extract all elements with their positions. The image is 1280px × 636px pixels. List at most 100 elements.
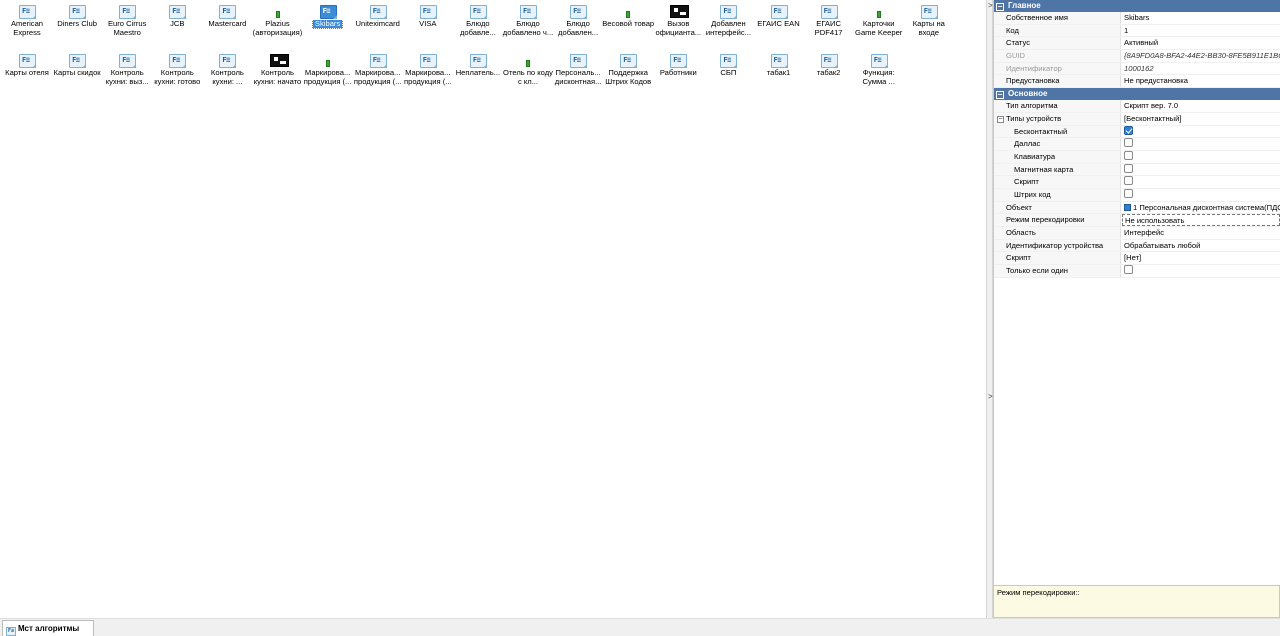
property-value[interactable]: {8A9FD0A8-BFA2-44E2-BB30-8FE5B911E1BC} [1122,50,1280,62]
property-value[interactable]: Скрипт вер. 7.0 [1122,100,1280,112]
property-category[interactable]: − Главное [994,0,1280,12]
algorithm-item[interactable]: F≡ Mastercard [202,0,252,46]
algorithm-item[interactable]: F≡ Блюдо добавле... [453,0,503,46]
algorithm-item[interactable]: F≡ Блюдо добавлено ч... [503,0,553,46]
algorithm-item[interactable]: F≡ Карты на входе [904,0,954,46]
property-row[interactable]: Объект 1 Персональная дисконтная система(… [994,201,1280,215]
collapse-icon[interactable]: − [996,3,1004,11]
property-value[interactable]: Не предустановка [1122,75,1280,87]
algorithm-item[interactable]: F≡ Карты отеля [2,49,52,95]
property-value[interactable] [1122,176,1280,188]
property-row[interactable]: Область Интерфейс [994,227,1280,240]
property-value[interactable]: [Нет] [1122,252,1280,264]
property-row[interactable]: Идентификатор 1000162 [994,62,1280,76]
algorithm-item[interactable]: F≡ Блюдо добавлен... [553,0,603,46]
algorithm-item[interactable]: F≡ Добавлен интерфейс... [703,0,753,46]
checkbox[interactable] [1124,188,1133,198]
property-row[interactable]: Статус Активный [994,37,1280,51]
algorithm-item[interactable]: F≡ Неплатель... [453,49,503,95]
algorithm-item[interactable]: Отель по коду с кл... [503,49,553,95]
property-row[interactable]: Скрипт [994,176,1280,189]
algorithm-item-label: ЕГАИС PDF417 [814,20,843,37]
algorithm-item[interactable]: Вызов официанта... [653,0,703,46]
property-value[interactable]: Не использовать [1122,214,1280,226]
algorithm-item[interactable]: F≡ American Express [2,0,52,46]
property-row[interactable]: Скрипт [Нет] [994,252,1280,266]
f-doc-icon: F≡ [870,54,888,68]
property-value[interactable] [1122,150,1280,163]
algorithm-item[interactable]: F≡ Контроль кухни: готово [152,49,202,95]
algorithm-item[interactable]: F≡ табак2 [804,49,854,95]
property-row[interactable]: Бесконтактный [994,125,1280,139]
algorithm-item[interactable]: F≡ Поддержка Штрих Кодов [603,49,653,95]
algorithm-item[interactable]: F≡ Персональ... дисконтная... [553,49,603,95]
checkbox[interactable] [1124,150,1133,160]
tab-algorithms[interactable]: F≡ Мст алгоритмы [2,620,94,636]
property-row[interactable]: Магнитная карта [994,163,1280,177]
property-row[interactable]: Режим перекодировки Не использовать [994,214,1280,227]
property-row[interactable]: Даллас [994,138,1280,151]
algorithm-item[interactable]: F≡ ЕГАИС EAN [754,0,804,46]
panel-splitter[interactable]: > > [986,0,993,618]
checkbox[interactable] [1124,138,1133,148]
splitter-arrow-middle-icon[interactable]: > [988,392,993,401]
algorithm-item[interactable]: F≡ Контроль кухни: ... [202,49,252,95]
algorithm-item[interactable]: Весовой товар [602,0,654,46]
property-row[interactable]: Клавиатура [994,150,1280,164]
property-grid[interactable]: − Главное Собственное имя Skibars Код 1 Статус… [993,0,1280,585]
property-row[interactable]: GUID {8A9FD0A8-BFA2-44E2-BB30-8FE5B911E1B… [994,50,1280,63]
property-row[interactable]: Штрих код [994,188,1280,202]
checkbox-checked[interactable] [1124,125,1133,135]
property-category[interactable]: − Основное [994,88,1280,101]
algorithm-item[interactable]: F≡ СБП [703,49,753,95]
algorithm-item[interactable]: F≡ JCB [152,0,202,46]
property-value[interactable]: [Бесконтактный] [1122,113,1280,125]
algorithm-item[interactable]: Маркирова... продукция (... [303,49,353,95]
property-value[interactable] [1122,138,1280,150]
property-value[interactable]: Обрабатывать любой [1122,240,1280,252]
property-value[interactable] [1122,265,1280,277]
algorithm-item-label: JCB [170,20,185,28]
algorithm-item[interactable]: F≡ Контроль кухни: выз... [102,49,152,95]
checkbox[interactable] [1124,176,1133,186]
property-value[interactable]: 1000162 [1122,63,1280,75]
expand-collapse-icon[interactable]: − [997,115,1004,123]
collapse-icon[interactable]: − [996,91,1004,100]
property-row[interactable]: − Типы устройств [Бесконтактный] [994,112,1280,126]
algorithm-item[interactable]: F≡ VISA [403,0,453,46]
algorithm-icon-view[interactable]: F≡ American Express F≡ Diners Club F≡ Euro Ci… [0,0,986,618]
property-value[interactable] [1122,125,1280,138]
algorithm-item[interactable]: F≡ Маркирова... продукция (... [353,49,403,95]
algorithm-item[interactable]: F≡ Маркирова... продукция (... [403,49,453,95]
property-value[interactable] [1122,163,1280,176]
property-value[interactable]: Интерфейс [1122,227,1280,239]
property-row[interactable]: Тип алгоритма Скрипт вер. 7.0 [994,100,1280,113]
property-value[interactable]: Skibars [1122,12,1280,24]
f-doc-icon: F≡ [820,54,838,68]
property-value[interactable]: Активный [1122,37,1280,49]
algorithm-item[interactable]: F≡ ЕГАИС PDF417 [804,0,854,46]
algorithm-item[interactable]: F≡ Euro Cirrus Maestro [102,0,152,46]
property-row[interactable]: Только если один [994,265,1280,278]
property-value[interactable]: 1 Персональная дисконтная система(ПДС) [1122,202,1280,214]
algorithm-item[interactable]: F≡ Uniteximcard [353,0,403,46]
algorithm-item[interactable]: Plazius (авторизация) [253,0,303,46]
property-value[interactable]: 1 [1122,25,1280,37]
property-row[interactable]: Собственное имя Skibars [994,12,1280,25]
algorithm-item[interactable]: F≡ Карты скидок [52,49,102,95]
checkbox[interactable] [1124,163,1133,173]
property-row[interactable]: Код 1 [994,24,1280,38]
property-row[interactable]: Предустановка Не предустановка [994,75,1280,89]
algorithm-item[interactable]: F≡ табак1 [754,49,804,95]
algorithm-item[interactable]: F≡ Diners Club [52,0,102,46]
algorithm-item[interactable]: F≡ Функция: Сумма ... [854,49,904,95]
algorithm-item[interactable]: F≡ Skibars [303,0,353,46]
property-row[interactable]: Идентификатор устройства Обрабатывать люб… [994,239,1280,253]
algorithm-item[interactable]: Контроль кухни: начато [253,49,303,95]
algorithm-item[interactable]: Карточки Game Keeper [854,0,904,46]
algorithm-item[interactable]: F≡ Работники [653,49,703,95]
splitter-arrow-top-icon[interactable]: > [988,1,993,10]
checkbox[interactable] [1124,265,1133,275]
algorithm-item-label: Uniteximcard [355,20,400,28]
property-value[interactable] [1122,188,1280,201]
